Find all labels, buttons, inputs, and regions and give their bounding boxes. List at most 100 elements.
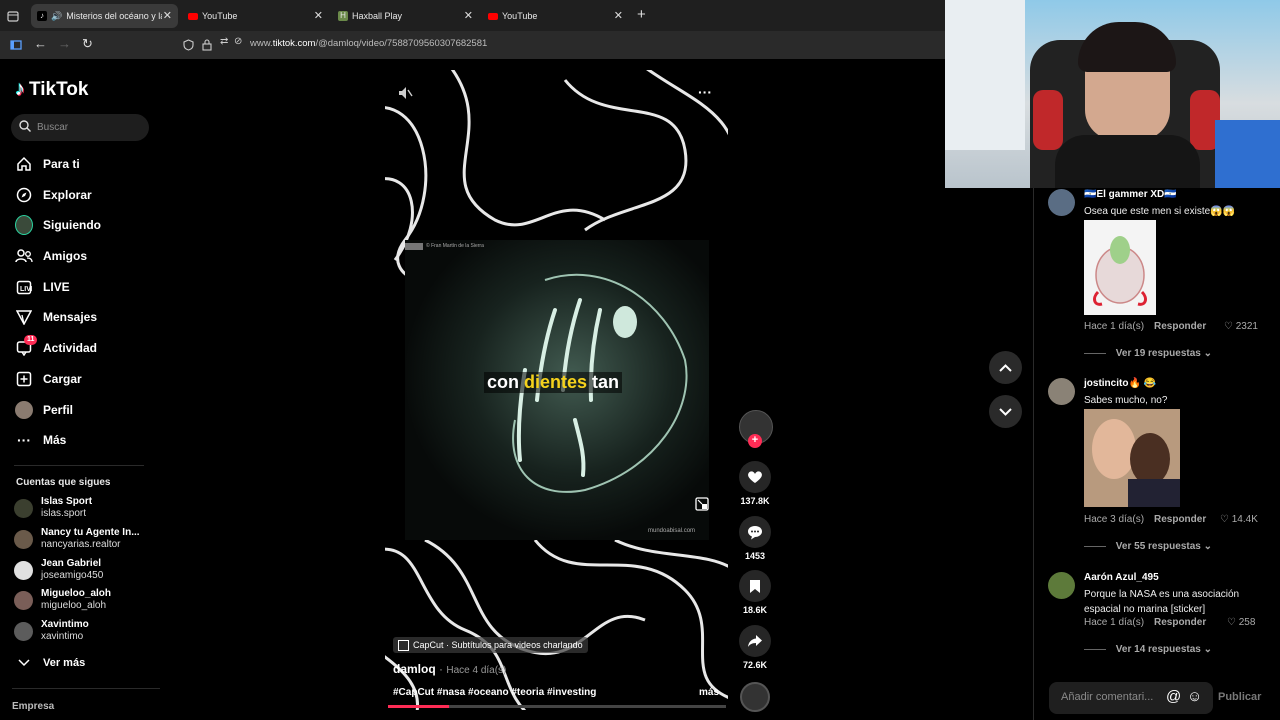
comment-input[interactable]: Añadir comentari... @ ☺ xyxy=(1049,682,1213,714)
previous-video-button[interactable] xyxy=(989,351,1022,384)
share-button[interactable]: 72.6K xyxy=(739,625,771,670)
activity-icon: 11 xyxy=(15,335,38,357)
more-icon: ··· xyxy=(17,432,31,448)
comment-sticker-image[interactable] xyxy=(1084,409,1180,507)
sidebar-item-para-ti[interactable]: Para ti xyxy=(15,155,80,173)
save-button[interactable]: 18.6K xyxy=(739,570,771,615)
comment-text: Sabes mucho, no? xyxy=(1084,395,1168,406)
chair-accent xyxy=(1033,90,1063,150)
sidebar-item-siguiendo[interactable]: Siguiendo xyxy=(15,215,101,235)
tab-haxball[interactable]: H Haxball Play ✕ xyxy=(332,4,479,28)
followed-account[interactable]: Nancy tu Agente In... nancyarias.realtor xyxy=(14,527,140,551)
address-bar[interactable]: www.tiktok.com/@damloq/video/75887095603… xyxy=(250,38,487,49)
mute-icon[interactable] xyxy=(397,85,413,106)
sidebar-item-label: Amigos xyxy=(43,249,88,263)
site-mark: mundoabisal.com xyxy=(648,528,696,534)
more-options-icon[interactable]: ··· xyxy=(698,84,712,100)
sidebar-divider xyxy=(14,465,144,466)
sidebar-item-explorar[interactable]: Explorar xyxy=(15,186,92,204)
sidebar-item-mas[interactable]: ··· Más xyxy=(15,431,66,449)
back-icon[interactable]: ← xyxy=(34,36,47,51)
comment-username[interactable]: jostincito🔥 😂 xyxy=(1084,378,1156,389)
tiktok-favicon-icon: ♪ xyxy=(37,11,47,21)
sidebar-item-cargar[interactable]: Cargar xyxy=(15,370,82,388)
notification-badge: 11 xyxy=(24,335,38,345)
followed-account[interactable]: Xavintimo xavintimo xyxy=(14,619,89,643)
tracking-off-icon[interactable]: ⊘ xyxy=(234,36,242,47)
more-description-button[interactable]: más xyxy=(699,687,719,698)
avatar[interactable] xyxy=(1048,189,1075,216)
view-replies-button[interactable]: Ver 19 respuestas ⌄ xyxy=(1084,348,1212,359)
close-tab-icon[interactable]: ✕ xyxy=(314,9,323,22)
avatar[interactable] xyxy=(1048,378,1075,405)
reply-button[interactable]: Responder xyxy=(1154,617,1206,628)
permissions-icon[interactable]: ⇄ xyxy=(220,36,228,47)
sound-disc[interactable] xyxy=(739,682,771,715)
comment-username[interactable]: Aarón Azul_495 xyxy=(1084,572,1159,583)
home-icon xyxy=(15,155,33,173)
sidebar-item-live[interactable]: LIVE LIVE xyxy=(15,278,70,296)
comment-username[interactable]: 🇸🇻El gammer XD🇸🇻 xyxy=(1084,189,1177,200)
sidebar-item-amigos[interactable]: Amigos xyxy=(15,247,87,265)
new-tab-icon[interactable]: + xyxy=(637,6,646,23)
view-replies-button[interactable]: Ver 55 respuestas ⌄ xyxy=(1084,541,1212,552)
mention-icon[interactable]: @ xyxy=(1166,688,1181,705)
avatar xyxy=(14,590,33,610)
tiktok-logo[interactable]: ♪ TikTok xyxy=(15,78,88,101)
close-tab-icon[interactable]: ✕ xyxy=(163,9,172,22)
reply-button[interactable]: Responder xyxy=(1154,514,1206,525)
svg-text:LIVE: LIVE xyxy=(20,286,32,293)
tab-overview-icon[interactable] xyxy=(7,9,19,27)
footer-link[interactable]: Empresa xyxy=(12,701,54,712)
creator-avatar-button[interactable]: + xyxy=(739,410,773,448)
comment-button[interactable]: 1453 xyxy=(739,516,771,561)
comment-like[interactable]: ♡ 14.4K xyxy=(1220,514,1260,525)
followed-account[interactable]: Migueloo_aloh migueloo_aloh xyxy=(14,588,111,612)
sidebar-toggle-icon[interactable] xyxy=(10,38,22,56)
person-hair xyxy=(1078,22,1176,72)
reply-button[interactable]: Responder xyxy=(1154,321,1206,332)
tab-youtube-2[interactable]: YouTube ✕ xyxy=(482,4,629,28)
speaker-icon[interactable]: 🔊 xyxy=(51,11,62,22)
following-avatar-icon xyxy=(15,215,33,235)
next-video-button[interactable] xyxy=(989,395,1022,428)
search-input[interactable]: Buscar xyxy=(11,114,149,141)
bed xyxy=(1215,120,1280,188)
comment-time: Hace 3 día(s) xyxy=(1084,514,1145,525)
emoji-icon[interactable]: ☺ xyxy=(1187,688,1202,705)
tab-label: YouTube xyxy=(502,11,538,21)
pip-icon[interactable] xyxy=(695,497,709,516)
lock-icon[interactable] xyxy=(202,38,212,56)
followed-account[interactable]: Jean Gabriel joseamigo450 xyxy=(14,558,103,582)
sidebar-item-perfil[interactable]: Perfil xyxy=(15,401,73,419)
sidebar-item-actividad[interactable]: 11 Actividad xyxy=(15,335,97,357)
avatar[interactable] xyxy=(1048,572,1075,599)
url-path: /@damloq/video/7588709560307682581 xyxy=(315,38,488,49)
video-author[interactable]: damloq · Hace 4 día(s) xyxy=(393,662,506,676)
tab-youtube-1[interactable]: YouTube ✕ xyxy=(182,4,329,28)
sidebar-item-mensajes[interactable]: Mensajes xyxy=(15,308,97,326)
video-hashtags[interactable]: #CapCut #nasa #oceano #teoria #investing xyxy=(393,687,596,698)
see-more-button[interactable]: Ver más xyxy=(15,654,85,672)
comment-like[interactable]: ♡ 258 xyxy=(1227,617,1267,628)
close-tab-icon[interactable]: ✕ xyxy=(614,9,623,22)
view-replies-button[interactable]: Ver 14 respuestas ⌄ xyxy=(1084,644,1212,655)
like-count: 137.8K xyxy=(740,496,770,506)
youtube-favicon-icon xyxy=(188,12,198,20)
publish-button[interactable]: Publicar xyxy=(1218,691,1261,703)
chevron-down-icon: ⌄ xyxy=(1203,644,1213,655)
comment-sticker-image[interactable] xyxy=(1084,220,1156,315)
video-progress-track[interactable] xyxy=(388,705,726,708)
video-caption: con dientes tan xyxy=(484,372,623,393)
close-tab-icon[interactable]: ✕ xyxy=(464,9,473,22)
followed-account[interactable]: Islas Sport islas.sport xyxy=(14,496,92,520)
reload-icon[interactable]: ↻ xyxy=(82,36,93,52)
shield-icon[interactable] xyxy=(183,38,194,56)
like-button[interactable]: 137.8K xyxy=(739,461,771,506)
follow-plus-icon[interactable]: + xyxy=(748,434,762,448)
comment-like[interactable]: ♡ 2321 xyxy=(1224,321,1264,332)
capcut-link[interactable]: CapCut · Subtítulos para videos charland… xyxy=(393,637,588,653)
tab-tiktok[interactable]: ♪ 🔊 Misterios del océano y la le ✕ xyxy=(31,4,178,28)
forward-icon[interactable]: → xyxy=(58,36,71,51)
sidebar-item-label: Para ti xyxy=(43,157,80,171)
